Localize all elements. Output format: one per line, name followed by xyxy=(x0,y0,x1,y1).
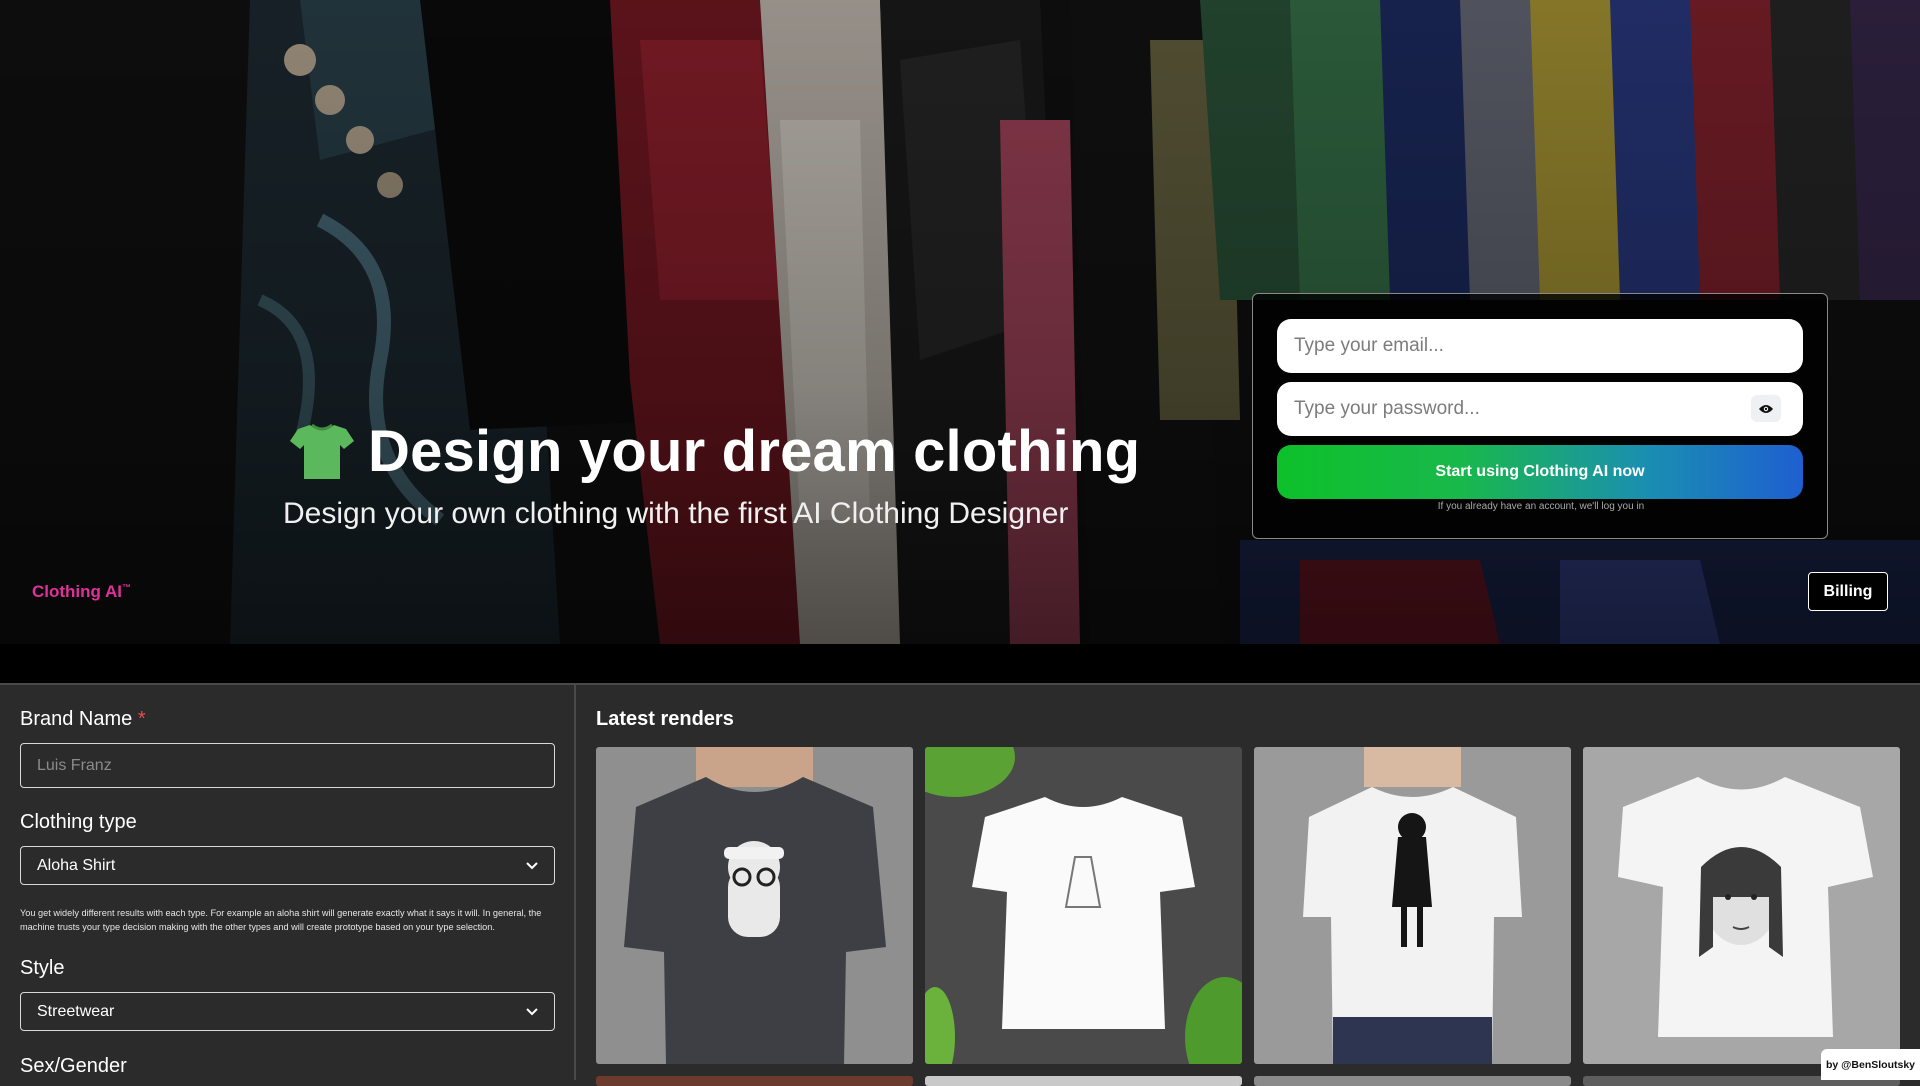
clothing-type-value: Aloha Shirt xyxy=(37,856,116,874)
sex-gender-label: Sex/Gender xyxy=(20,1055,127,1077)
hero-headline: Design your dream clothing xyxy=(290,418,1140,485)
clothing-type-hint: You get widely different results with ea… xyxy=(20,908,542,932)
author-credit-link[interactable]: by @BenSloutsky xyxy=(1821,1049,1920,1080)
render-thumbnail[interactable] xyxy=(596,1076,913,1086)
hero-subheadline: Design your own clothing with the first … xyxy=(283,497,1069,530)
clothing-type-select[interactable]: Aloha Shirt xyxy=(20,846,555,885)
render-image-white-tee-leaves xyxy=(925,747,1242,1064)
style-value: Streetwear xyxy=(37,1002,115,1020)
login-note: If you already have an account, we'll lo… xyxy=(1437,501,1645,512)
start-button[interactable]: Start using Clothing AI now xyxy=(1277,445,1803,499)
password-input[interactable] xyxy=(1277,382,1803,436)
latest-renders-title: Latest renders xyxy=(596,708,734,730)
render-thumbnail[interactable] xyxy=(925,747,1242,1064)
brand-name: Clothing AI xyxy=(32,582,123,601)
page-title: Design your dream clothing xyxy=(368,419,1141,484)
render-thumbnail[interactable] xyxy=(925,1076,1242,1086)
render-thumbnail[interactable] xyxy=(1254,1076,1571,1086)
render-thumbnail[interactable] xyxy=(1583,747,1900,1064)
chevron-down-icon xyxy=(526,861,538,869)
email-input[interactable] xyxy=(1277,319,1803,373)
eye-icon xyxy=(1759,404,1773,413)
render-image-dark-tee xyxy=(596,747,913,1064)
render-thumbnail[interactable] xyxy=(596,747,913,1064)
login-card: Start using Clothing AI now If you alrea… xyxy=(1252,293,1828,539)
style-label: Style xyxy=(20,957,65,979)
render-image-model-white-tee xyxy=(1254,747,1571,1064)
hero-bottom-strip xyxy=(0,644,1920,684)
hero-banner: Design your dream clothing Design your o… xyxy=(0,0,1920,644)
brand-name-label: Brand Name * xyxy=(20,708,146,731)
t-shirt-icon xyxy=(290,423,354,479)
trademark-mark: ™ xyxy=(122,582,132,593)
style-select[interactable]: Streetwear xyxy=(20,992,555,1031)
required-mark: * xyxy=(137,708,146,730)
panel-divider xyxy=(574,685,576,1080)
brand-name-input[interactable]: Luis Franz xyxy=(20,743,555,788)
billing-button[interactable]: Billing xyxy=(1808,572,1888,611)
render-image-sketch-tee xyxy=(1583,747,1900,1064)
render-thumbnail[interactable] xyxy=(1254,747,1571,1064)
brand-name-label-text: Brand Name xyxy=(20,708,133,730)
chevron-down-icon xyxy=(526,1007,538,1015)
show-password-button[interactable] xyxy=(1751,395,1781,422)
brand-logo[interactable]: Clothing AI™ xyxy=(32,582,131,602)
clothing-type-label: Clothing type xyxy=(20,811,137,833)
brand-name-placeholder: Luis Franz xyxy=(37,756,112,774)
